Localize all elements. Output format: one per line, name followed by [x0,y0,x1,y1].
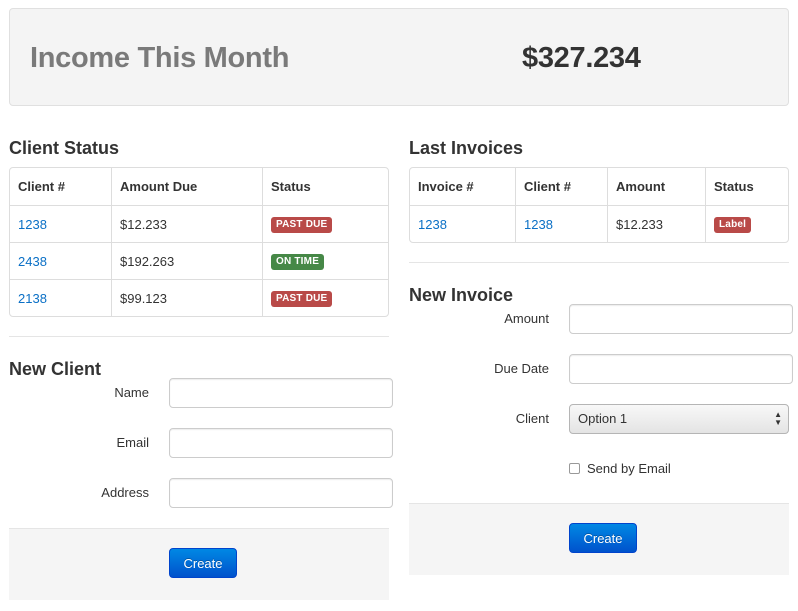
column-header-amount-due: Amount Due [111,168,262,205]
income-title: Income This Month [30,42,290,74]
client-link[interactable]: 1238 [18,217,47,232]
status-badge: PAST DUE [271,217,333,233]
client-select[interactable]: Option 1 ▲ ▼ [569,404,789,434]
client-cell: 2438 [10,242,111,279]
table-row: 1238 $12.233 PAST DUE [10,205,388,242]
column-header-status: Status [705,168,788,205]
due-date-label: Due Date [494,361,549,376]
status-cell: ON TIME [262,242,388,279]
new-invoice-title: New Invoice [409,285,514,305]
column-header-status: Status [262,168,388,205]
column-header-amount: Amount [607,168,705,205]
amount-due-cell: $99.123 [111,279,262,316]
address-label: Address [101,485,149,500]
new-client-title: New Client [9,359,102,379]
invoice-link[interactable]: 1238 [418,217,447,232]
client-link[interactable]: 1238 [524,217,553,232]
income-banner: Income This Month $327.234 [9,8,789,106]
client-cell: 1238 [10,205,111,242]
amount-label: Amount [504,311,549,326]
send-by-email-checkbox[interactable] [569,463,580,474]
table-header-row: Invoice # Client # Amount Status [410,168,788,205]
create-client-button[interactable]: Create [169,548,237,578]
client-link[interactable]: 2138 [18,291,47,306]
send-by-email-label: Send by Email [587,461,671,476]
amount-due-cell: $12.233 [111,205,262,242]
client-status-title: Client Status [9,138,120,158]
column-header-client: Client # [18,179,65,194]
invoice-cell: 1238 [410,205,515,242]
select-updown-icon: ▲ ▼ [774,410,782,427]
section-divider [409,262,789,263]
status-cell: Label [705,205,788,242]
client-select-value: Option 1 [578,411,628,426]
email-label: Email [116,435,149,450]
column-header-client: Client # [515,168,607,205]
table-row: 2138 $99.123 PAST DUE [10,279,388,316]
address-input[interactable] [169,478,393,508]
last-invoices-title: Last Invoices [409,138,524,158]
client-status-table: Client # Amount Due Status 1238 $12.233 … [9,167,389,317]
client-cell: 2138 [10,279,111,316]
amount-cell: $12.233 [607,205,705,242]
income-amount: $327.234 [522,42,641,74]
column-header-invoice: Invoice # [418,179,474,194]
client-cell: 1238 [515,205,607,242]
status-cell: PAST DUE [262,279,388,316]
status-badge: Label [714,217,752,233]
create-invoice-button[interactable]: Create [569,523,637,553]
client-link[interactable]: 2438 [18,254,47,269]
amount-input[interactable] [569,304,793,334]
table-header-row: Client # Amount Due Status [10,168,388,205]
table-row: 1238 1238 $12.233 Label [410,205,788,242]
due-date-input[interactable] [569,354,793,384]
email-input[interactable] [169,428,393,458]
name-label: Name [114,385,149,400]
status-badge: ON TIME [271,254,325,270]
status-cell: PAST DUE [262,205,388,242]
status-badge: PAST DUE [271,291,333,307]
name-input[interactable] [169,378,393,408]
section-divider [9,336,389,337]
last-invoices-table: Invoice # Client # Amount Status 1238 12… [409,167,789,243]
client-label: Client [515,411,549,426]
amount-due-cell: $192.263 [111,242,262,279]
table-row: 2438 $192.263 ON TIME [10,242,388,279]
